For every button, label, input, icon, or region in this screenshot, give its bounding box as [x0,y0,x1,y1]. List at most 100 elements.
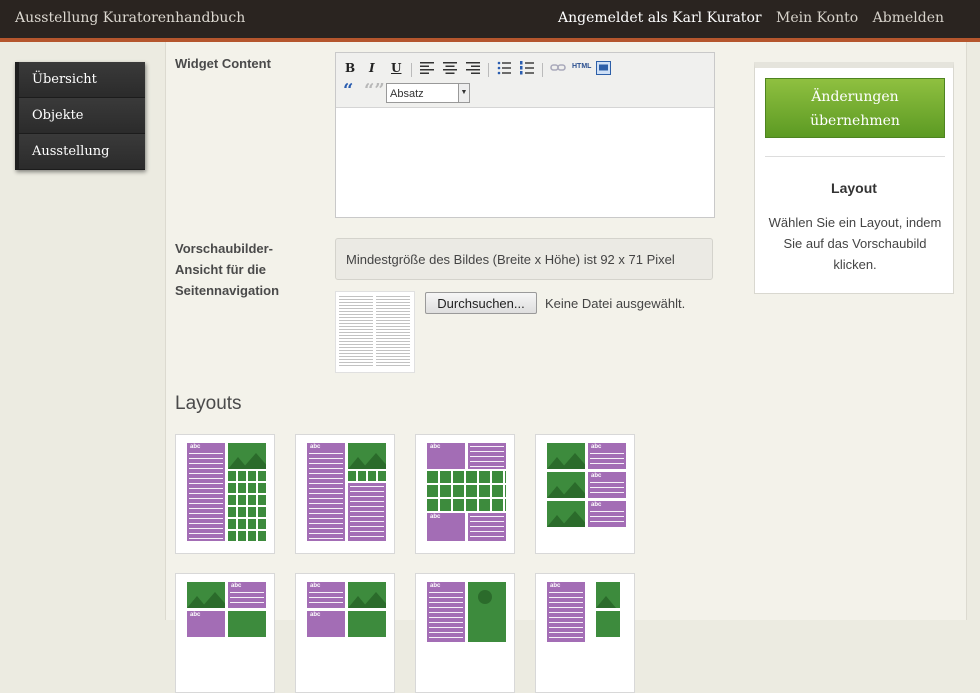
layout-option-5[interactable]: abc abc [175,573,275,693]
my-account-link[interactable]: Mein Konto [776,10,858,26]
layout-text-lines [189,453,223,539]
underline-button[interactable]: U [391,61,401,75]
layout-text-lines [590,482,624,496]
layout-abc-label: abc [591,444,602,450]
layout-abc-label: abc [190,444,201,450]
layout-option-6[interactable]: abc abc [295,573,395,693]
layout-image-strip [348,471,386,481]
editor-text-area[interactable] [336,108,714,216]
layout-image-block [228,611,266,637]
layout-text-block [468,443,506,469]
bullet-list-icon[interactable] [497,61,511,75]
apply-changes-button[interactable]: Änderungen übernehmen [765,78,945,138]
layout-text-block [468,513,506,541]
align-right-icon[interactable] [466,62,480,74]
align-center-icon[interactable] [443,62,457,74]
user-menu: Angemeldet als Karl Kurator Mein Konto A… [548,10,944,26]
logout-link[interactable]: Abmelden [873,10,944,26]
layout-text-lines [429,592,463,640]
align-left-icon[interactable] [420,62,434,74]
layout-text-block: abc [187,611,225,637]
apply-line-1: Änderungen [811,89,899,105]
blockquote-icon[interactable]: “ [343,82,353,100]
browse-button[interactable]: Durchsuchen... [425,292,537,314]
widget-content-label: Widget Content [175,56,271,71]
layout-text-block [348,483,386,541]
layout-abc-label: abc [310,583,321,589]
layout-image-block [596,582,620,608]
layout-abc-label: abc [430,514,441,520]
no-file-text: Keine Datei ausgewählt. [545,296,686,311]
layouts-heading: Layouts [175,393,242,414]
italic-button[interactable]: I [369,61,375,75]
layout-text-block: abc [307,582,345,608]
remove-quote-icon[interactable]: “” [364,82,385,100]
layout-text-block: abc [588,443,626,469]
layout-image-block [468,582,506,642]
chevron-down-icon: ▼ [458,84,469,102]
layout-image-block [187,582,225,608]
nav-item-objects[interactable]: Objekte [15,98,145,134]
thumbnail-label-line1: Vorschaubilder- [175,241,274,256]
save-panel: Änderungen übernehmen Layout Wählen Sie … [754,62,954,294]
layout-text-block: abc [427,513,465,541]
layout-image-grid [228,471,266,541]
layout-text-lines [549,592,583,640]
layout-image-block [348,611,386,637]
layout-text-lines [470,446,504,467]
layout-abc-label: abc [550,583,561,589]
layout-abc-label: abc [591,502,602,508]
layout-option-4[interactable]: abc abc abc [535,434,635,554]
thumbnail-preview [335,291,415,373]
editor-toolbar: B I U HTML “ “” Absatz ▼ [336,53,714,108]
layout-image-block [547,472,585,498]
site-title[interactable]: Ausstellung Kuratorenhandbuch [15,10,245,26]
layout-abc-label: abc [310,444,321,450]
layout-image-block [547,443,585,469]
layout-abc-label: abc [310,612,321,618]
thumbnail-text-column [376,296,410,368]
layout-abc-label: abc [430,444,441,450]
layout-abc-label: abc [430,583,441,589]
layout-option-3[interactable]: abc abc [415,434,515,554]
nav-item-overview[interactable]: Übersicht [15,62,145,98]
layout-text-block: abc [427,443,465,469]
layout-text-block: abc [588,472,626,498]
side-navigation: Übersicht Objekte Ausstellung [15,62,145,170]
layout-abc-label: abc [591,473,602,479]
layout-abc-label: abc [231,583,242,589]
layout-option-1[interactable]: abc [175,434,275,554]
layout-image-block [596,611,620,637]
insert-media-icon[interactable] [596,61,611,75]
thumbnail-label-line3: Seitennavigation [175,283,280,298]
numbered-list-icon[interactable] [520,61,534,75]
layout-text-block: abc [427,582,465,642]
html-source-button[interactable]: HTML [572,63,591,70]
layout-text-lines [590,453,624,467]
link-icon[interactable] [550,63,566,73]
layout-text-block: abc [228,582,266,608]
thumbnail-label: Vorschaubilder- Ansicht für die Seitenna… [175,238,279,301]
layout-text-block: abc [187,443,225,541]
layout-text-lines [230,592,264,606]
nav-item-exhibit[interactable]: Ausstellung [15,134,145,170]
layout-image-grid [427,471,506,511]
layout-text-lines [590,511,624,525]
apply-line-2: übernehmen [810,113,900,129]
toolbar-separator [488,63,489,77]
layout-option-8[interactable]: abc [535,573,635,693]
layout-abc-label: abc [190,612,201,618]
format-select-value: Absatz [390,88,424,100]
logged-in-user: Angemeldet als Karl Kurator [557,10,762,26]
layout-option-7[interactable]: abc [415,573,515,693]
layout-image-block [228,443,266,469]
layout-text-lines [309,592,343,606]
bold-button[interactable]: B [345,61,355,75]
format-select[interactable]: Absatz ▼ [386,83,470,103]
layout-text-block: abc [547,582,585,642]
layout-panel-title: Layout [831,180,877,196]
thumbnail-info: Mindestgröße des Bildes (Breite x Höhe) … [335,238,713,280]
layout-text-block: abc [588,501,626,527]
layout-option-2[interactable]: abc [295,434,395,554]
thumbnail-label-line2: Ansicht für die [175,262,267,277]
